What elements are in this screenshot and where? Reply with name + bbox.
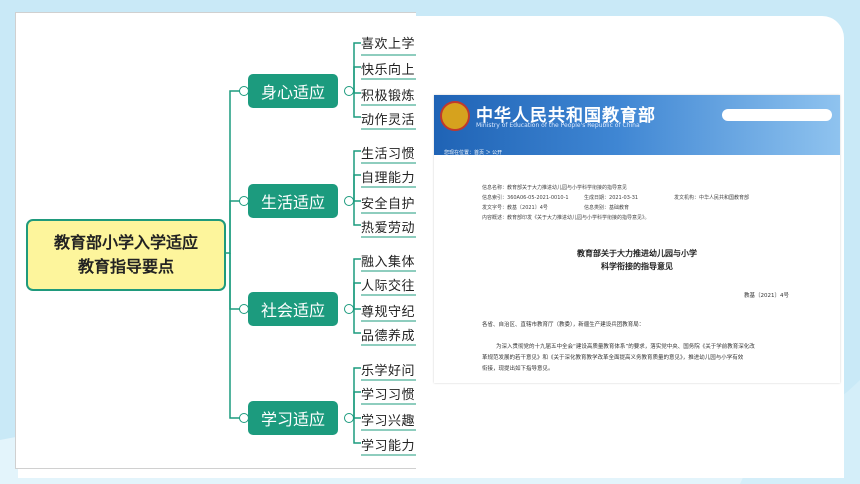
leaf-node: 学习习惯 <box>361 388 416 403</box>
category-node-life: 生活适应 <box>248 184 338 218</box>
document-body-line: 革规范发展的若干意见》和《关于深化教育教学改革全面提高义务教育质量的意见》，推进… <box>482 355 744 361</box>
search-input[interactable] <box>722 109 832 121</box>
expand-toggle-icon[interactable] <box>239 196 249 206</box>
national-emblem-icon <box>440 101 470 131</box>
category-node-learning: 学习适应 <box>248 401 338 435</box>
meta-label: 信息索引： <box>482 195 508 201</box>
expand-toggle-icon[interactable] <box>344 413 354 423</box>
meta-value: 基础教育 <box>609 205 630 211</box>
mindmap-panel: 教育部小学入学适应 教育指导要点 身心适应 生活适应 社会适应 学习适应 喜欢上… <box>15 12 416 469</box>
leaf-node: 安全自护 <box>361 197 416 212</box>
leaf-node: 尊规守纪 <box>361 305 416 320</box>
leaf-node: 学习兴趣 <box>361 414 416 429</box>
leaf-node: 喜欢上学 <box>361 37 416 52</box>
leaf-node: 融入集体 <box>361 255 416 270</box>
leaf-node: 品德养成 <box>361 329 416 344</box>
meta-value: 教育部印发《关于大力推进幼儿园与小学科学衔接的指导意见》。 <box>507 215 650 221</box>
expand-toggle-icon[interactable] <box>344 86 354 96</box>
leaf-node: 乐学好问 <box>361 364 416 379</box>
expand-toggle-icon[interactable] <box>239 304 249 314</box>
meta-value: 2021-03-31 <box>609 195 639 201</box>
meta-value: 教育部关于大力推进幼儿园与小学科学衔接的指导意见 <box>507 185 628 191</box>
leaf-node: 人际交往 <box>361 279 416 294</box>
leaf-node: 学习能力 <box>361 439 416 454</box>
category-node-social: 社会适应 <box>248 292 338 326</box>
document-screenshot: 中华人民共和国教育部 Ministry of Education of the … <box>434 95 840 383</box>
expand-toggle-icon[interactable] <box>239 86 249 96</box>
meta-label: 发文字号： <box>482 205 508 211</box>
meta-value: 教基〔2021〕4号 <box>507 205 548 211</box>
site-subtitle: Ministry of Education of the People's Re… <box>476 122 640 129</box>
meta-label: 内容概述： <box>482 215 508 221</box>
document-number: 教基〔2021〕4号 <box>744 293 789 299</box>
expand-toggle-icon[interactable] <box>344 304 354 314</box>
meta-value: 360A06-05-2021-0010-1 <box>507 195 569 201</box>
meta-value: 中华人民共和国教育部 <box>699 195 750 201</box>
site-header: 中华人民共和国教育部 Ministry of Education of the … <box>434 95 840 156</box>
document-salutation: 各省、自治区、直辖市教育厅（教委），新疆生产建设兵团教育局： <box>482 322 645 328</box>
category-node-physical: 身心适应 <box>248 74 338 108</box>
leaf-node: 动作灵活 <box>361 113 416 128</box>
document-body-line: 衔接，现提出如下指导意见。 <box>482 366 554 372</box>
meta-label: 发文机构： <box>674 195 700 201</box>
document-body-line: 为深入贯彻党的十九届五中全会“建设高质量教育体系”的要求，落实党中央、国务院《关… <box>496 344 755 350</box>
leaf-node: 热爱劳动 <box>361 221 416 236</box>
expand-toggle-icon[interactable] <box>344 196 354 206</box>
meta-label: 信息名称： <box>482 185 508 191</box>
meta-label: 信息类别： <box>584 205 610 211</box>
root-line-2: 教育指导要点 <box>77 257 174 276</box>
document-title-line-1: 教育部关于大力推进幼儿园与小学 <box>577 249 697 258</box>
mindmap-root-node: 教育部小学入学适应 教育指导要点 <box>26 219 226 291</box>
leaf-node: 快乐向上 <box>361 63 416 78</box>
leaf-node: 生活习惯 <box>361 147 416 162</box>
expand-toggle-icon[interactable] <box>239 413 249 423</box>
meta-label: 生成日期： <box>584 195 610 201</box>
leaf-node: 积极锻炼 <box>361 89 416 104</box>
breadcrumb[interactable]: 您现在位置：首页 ＞ 公开 <box>444 149 502 156</box>
leaf-node: 自理能力 <box>361 171 416 186</box>
root-line-1: 教育部小学入学适应 <box>53 233 198 252</box>
document-title-line-2: 科学衔接的指导意见 <box>601 262 673 271</box>
